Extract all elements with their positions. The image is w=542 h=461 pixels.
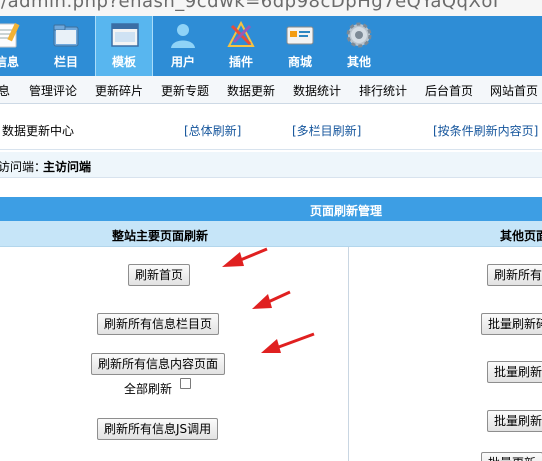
arrow-annotation	[261, 332, 315, 353]
annotation-arrows	[222, 247, 315, 353]
arrow-annotation	[222, 247, 268, 267]
arrow-annotation	[252, 290, 291, 309]
